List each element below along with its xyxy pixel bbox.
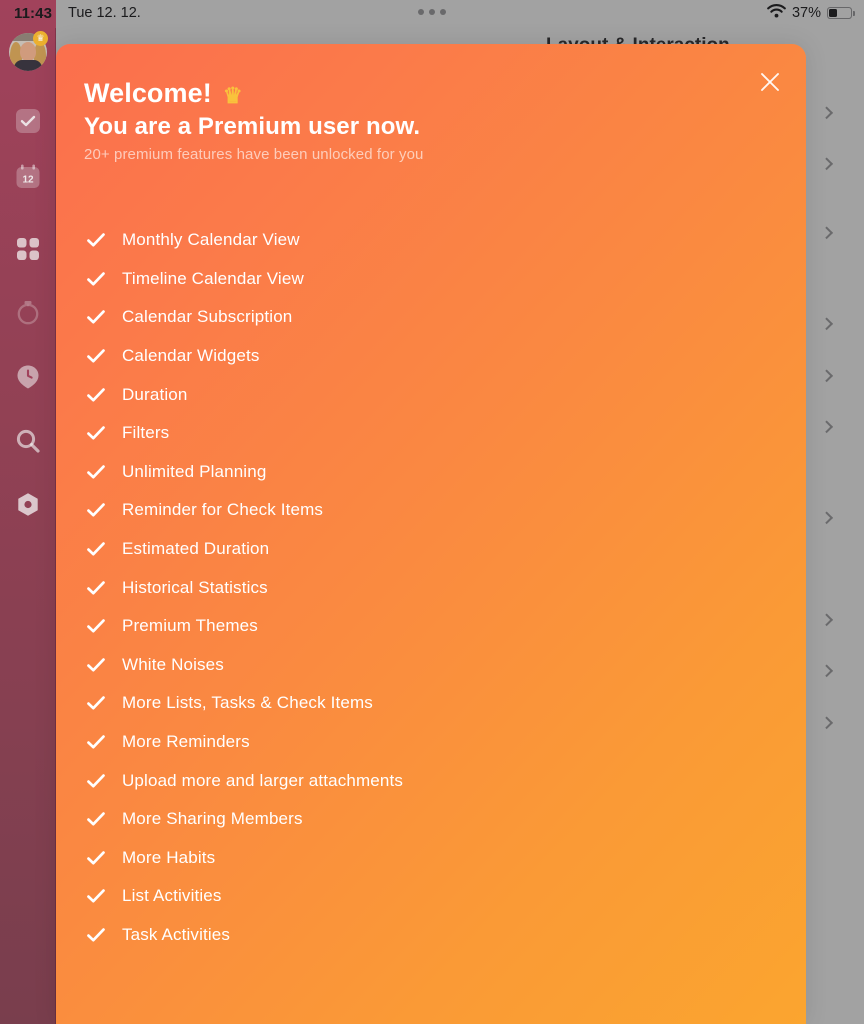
feature-item: Duration	[84, 375, 786, 414]
check-icon	[84, 578, 122, 598]
feature-label: Timeline Calendar View	[122, 268, 304, 288]
dialog-title-row: Welcome! ♛	[84, 78, 243, 109]
feature-label: More Lists, Tasks & Check Items	[122, 693, 373, 713]
check-icon	[84, 500, 122, 520]
feature-label: Premium Themes	[122, 616, 258, 636]
check-icon	[84, 886, 122, 906]
feature-label: More Reminders	[122, 732, 250, 752]
feature-label: Filters	[122, 423, 170, 443]
check-icon	[84, 925, 122, 945]
feature-label: Historical Statistics	[122, 577, 268, 597]
close-button[interactable]	[752, 64, 788, 100]
page-title: Welcome!	[84, 78, 212, 108]
check-icon	[84, 539, 122, 559]
feature-item: List Activities	[84, 877, 786, 916]
feature-item: Calendar Widgets	[84, 337, 786, 376]
feature-label: White Noises	[122, 654, 224, 674]
feature-item: Monthly Calendar View	[84, 221, 786, 260]
crown-icon: ♛	[222, 82, 243, 108]
check-icon	[84, 809, 122, 829]
close-x-icon	[759, 71, 781, 93]
feature-label: List Activities	[122, 886, 222, 906]
feature-item: Historical Statistics	[84, 568, 786, 607]
feature-label: Unlimited Planning	[122, 461, 267, 481]
feature-label: Monthly Calendar View	[122, 230, 300, 250]
dialog-note: 20+ premium features have been unlocked …	[84, 146, 424, 163]
feature-list: Monthly Calendar View Timeline Calendar V…	[84, 221, 786, 954]
feature-label: Calendar Widgets	[122, 346, 260, 366]
feature-label: More Sharing Members	[122, 809, 303, 829]
check-icon	[84, 693, 122, 713]
feature-item: Unlimited Planning	[84, 453, 786, 492]
feature-item: Premium Themes	[84, 607, 786, 646]
feature-item: More Lists, Tasks & Check Items	[84, 684, 786, 723]
feature-item: More Habits	[84, 839, 786, 878]
feature-label: Task Activities	[122, 924, 231, 944]
feature-item: Estimated Duration	[84, 530, 786, 569]
check-icon	[84, 423, 122, 443]
feature-label: More Habits	[122, 847, 216, 867]
check-icon	[84, 269, 122, 289]
check-icon	[84, 616, 122, 636]
check-icon	[84, 230, 122, 250]
feature-label: Estimated Duration	[122, 539, 270, 559]
check-icon	[84, 385, 122, 405]
check-icon	[84, 732, 122, 752]
check-icon	[84, 771, 122, 791]
screen: Layout & Interaction ♛	[0, 0, 864, 1024]
feature-item: More Reminders	[84, 723, 786, 762]
check-icon	[84, 848, 122, 868]
feature-item: Timeline Calendar View	[84, 260, 786, 299]
check-icon	[84, 655, 122, 675]
dialog-subtitle: You are a Premium user now.	[84, 113, 421, 140]
feature-label: Reminder for Check Items	[122, 500, 324, 520]
feature-item: Reminder for Check Items	[84, 491, 786, 530]
feature-item: Filters	[84, 414, 786, 453]
check-icon	[84, 346, 122, 366]
feature-item: White Noises	[84, 646, 786, 685]
feature-label: Upload more and larger attachments	[122, 770, 404, 790]
check-icon	[84, 462, 122, 482]
premium-welcome-dialog: Welcome! ♛ You are a Premium user now. 2…	[56, 44, 806, 1024]
feature-label: Duration	[122, 384, 188, 404]
check-icon	[84, 307, 122, 327]
feature-item: Calendar Subscription	[84, 298, 786, 337]
feature-item: Upload more and larger attachments	[84, 761, 786, 800]
feature-label: Calendar Subscription	[122, 307, 293, 327]
feature-item: More Sharing Members	[84, 800, 786, 839]
feature-item: Task Activities	[84, 916, 786, 955]
